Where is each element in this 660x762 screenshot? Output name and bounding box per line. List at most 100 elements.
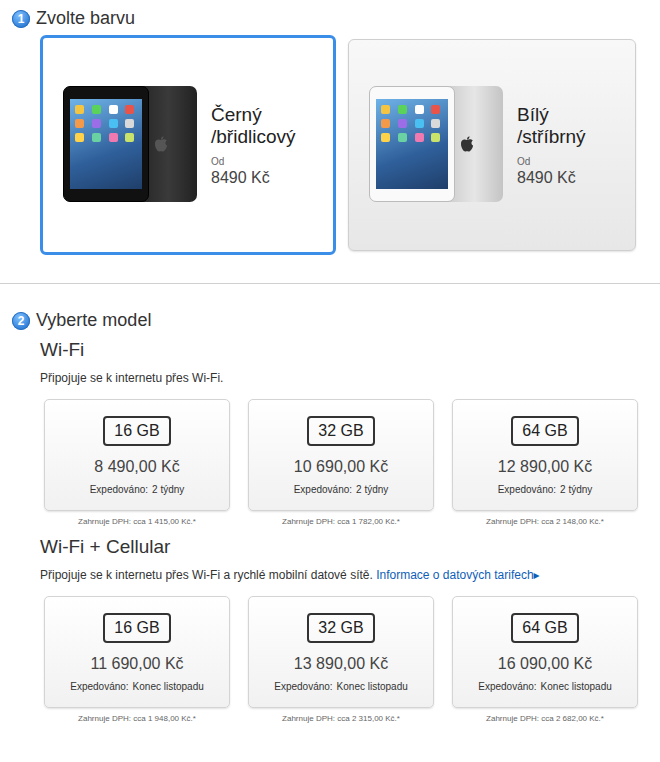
section-divider [0,283,660,284]
capacity-badge: 32 GB [307,613,375,643]
shipping-info: Expedováno: Konec listopadu [274,681,408,692]
model-card[interactable]: 16 GB 11 690,00 Kč Expedováno: Konec listop… [44,596,230,708]
app-icon [125,105,134,114]
app-icon [415,119,424,128]
ipad-picture [63,86,199,204]
app-icon [125,133,134,142]
model-price: 10 690,00 Kč [294,458,388,476]
color-name: Černý [211,104,295,126]
model-column: 16 GB 11 690,00 Kč Expedováno: Konec listop… [44,596,230,723]
model-column: 32 GB 13 890,00 Kč Expedováno: Konec listop… [248,596,434,723]
app-icon [92,133,101,142]
capacity-badge: 16 GB [103,416,171,446]
ipad-front [63,86,149,202]
vat-note: Zahrnuje DPH: cca 1 782,00 Kč.* [282,517,400,526]
step-header: 1Zvolte barvu [0,8,660,29]
model-column: 64 GB16 090,00 KčExpedováno:Konec listop… [452,596,638,723]
data-plans-link[interactable]: Informace o datových tarifech▸ [376,568,539,582]
shipping-label: Expedováno: [294,484,352,495]
color-name: /břidlicový [211,126,295,148]
app-icon [415,105,424,114]
step-number: 2 [12,312,30,330]
color-price: 8490 Kč [517,169,586,187]
group-description: Připojuje se k internetu přes Wi-Fi a ry… [40,568,660,582]
model-price: 11 690,00 Kč [90,655,183,673]
description-text: Připojuje se k internetu přes Wi-Fi a ry… [40,568,373,582]
shipping-label: Expedováno: [70,681,128,692]
app-icon [381,133,390,142]
color-name: Bílý [517,104,586,126]
capacity-badge: 16 GB [103,613,171,643]
group-title: Wi-Fi + Cellular [40,536,660,558]
ipad-screen [70,99,142,189]
color-text: Bílý/stříbrný Od 8490 Kč [517,104,586,187]
ipad-screen [376,99,448,189]
app-icon [431,133,440,142]
capacity-badge: 32 GB [307,416,375,446]
vat-note: Zahrnuje DPH: cca 1 948,00 Kč.* [78,714,196,723]
shipping-label: Expedováno: [274,681,332,692]
model-card[interactable]: 16 GB8 490,00 KčExpedováno:2 týdny [44,399,230,511]
step-header: 2 Vyberte model [0,310,660,331]
color-options: Černý/břidlicový Od 8490 Kč Bílý/stříbrný Od… [0,35,660,255]
app-icon [125,119,134,128]
apple-logo-icon [460,136,474,152]
app-icon [415,133,424,142]
color-name: /stříbrný [517,126,586,148]
vat-note: Zahrnuje DPH: cca 1 415,00 Kč.* [78,517,196,526]
group-description: Připojuje se k internetu přes Wi-Fi. [40,371,660,385]
from-label: Od [211,156,295,167]
shipping-value: Konec listopadu [133,681,204,692]
link-text[interactable]: Informace o datových tarifech [376,568,533,582]
app-icon [398,119,407,128]
capacity-badge: 64 GB [511,416,579,446]
app-icon [75,133,84,142]
app-icon [431,105,440,114]
model-list: 16 GB8 490,00 KčExpedováno:2 týdny Zahrnu… [44,399,660,526]
app-icon [109,105,118,114]
shipping-info: Expedováno: Konec listopadu [70,681,204,692]
color-price: 8490 Kč [211,169,295,187]
link-arrow-icon[interactable]: ▸ [534,568,540,582]
group-title: Wi-Fi [40,339,660,361]
step-title: Vyberte model [36,310,151,331]
shipping-value: Konec listopadu [541,681,612,692]
apple-logo-icon [154,136,168,152]
color-text: Černý/břidlicový Od 8490 Kč [211,104,295,187]
model-card[interactable]: 64 GB16 090,00 KčExpedováno:Konec listop… [452,596,638,708]
shipping-label: Expedováno: [90,484,148,495]
vat-note: Zahrnuje DPH: cca 2 315,00 Kč.* [282,714,400,723]
shipping-value: 2 týdny [560,484,592,495]
shipping-info: Expedováno: Konec listopadu [478,681,612,692]
model-price: 12 890,00 Kč [498,458,592,476]
shipping-value: Konec listopadu [337,681,408,692]
from-label: Od [517,156,586,167]
shipping-info: Expedováno: 2 týdny [294,484,389,495]
model-column: 16 GB8 490,00 KčExpedováno:2 týdny Zahrnu… [44,399,230,526]
app-icon [92,119,101,128]
shipping-info: Expedováno:2 týdny [90,484,185,495]
app-icon [75,119,84,128]
shipping-label: Expedováno: [478,681,536,692]
shipping-label: Expedováno: [498,484,556,495]
model-column: 64 GB 12 890,00 Kč Expedováno: 2 týdny Zahrn… [452,399,638,526]
model-card[interactable]: 64 GB 12 890,00 Kč Expedováno: 2 týdny [452,399,638,511]
vat-note: Zahrnuje DPH: cca 2 148,00 Kč.* [486,517,604,526]
model-group: Wi-Fi Připojuje se k internetu přes Wi-Fi… [0,339,660,526]
vat-note: Zahrnuje DPH: cca 2 682,00 Kč.* [486,714,604,723]
model-column: 32 GB 10 690,00 Kč Expedováno: 2 týdny Zahrn… [248,399,434,526]
app-icon [381,119,390,128]
app-icon [92,105,101,114]
model-card[interactable]: 32 GB 13 890,00 Kč Expedováno: Konec listop… [248,596,434,708]
color-card[interactable]: Bílý/stříbrný Od 8490 Kč [348,39,636,251]
ipad-front [369,86,455,202]
app-icon [109,133,118,142]
app-icon [431,119,440,128]
model-price: 13 890,00 Kč [294,655,388,673]
model-card[interactable]: 32 GB 10 690,00 Kč Expedováno: 2 týdny [248,399,434,511]
color-card[interactable]: Černý/břidlicový Od 8490 Kč [40,35,336,255]
description-text: Připojuje se k internetu přes Wi-Fi. [40,371,223,385]
step-title: Zvolte barvu [36,8,135,29]
app-icon [381,105,390,114]
shipping-value: 2 týdny [356,484,388,495]
